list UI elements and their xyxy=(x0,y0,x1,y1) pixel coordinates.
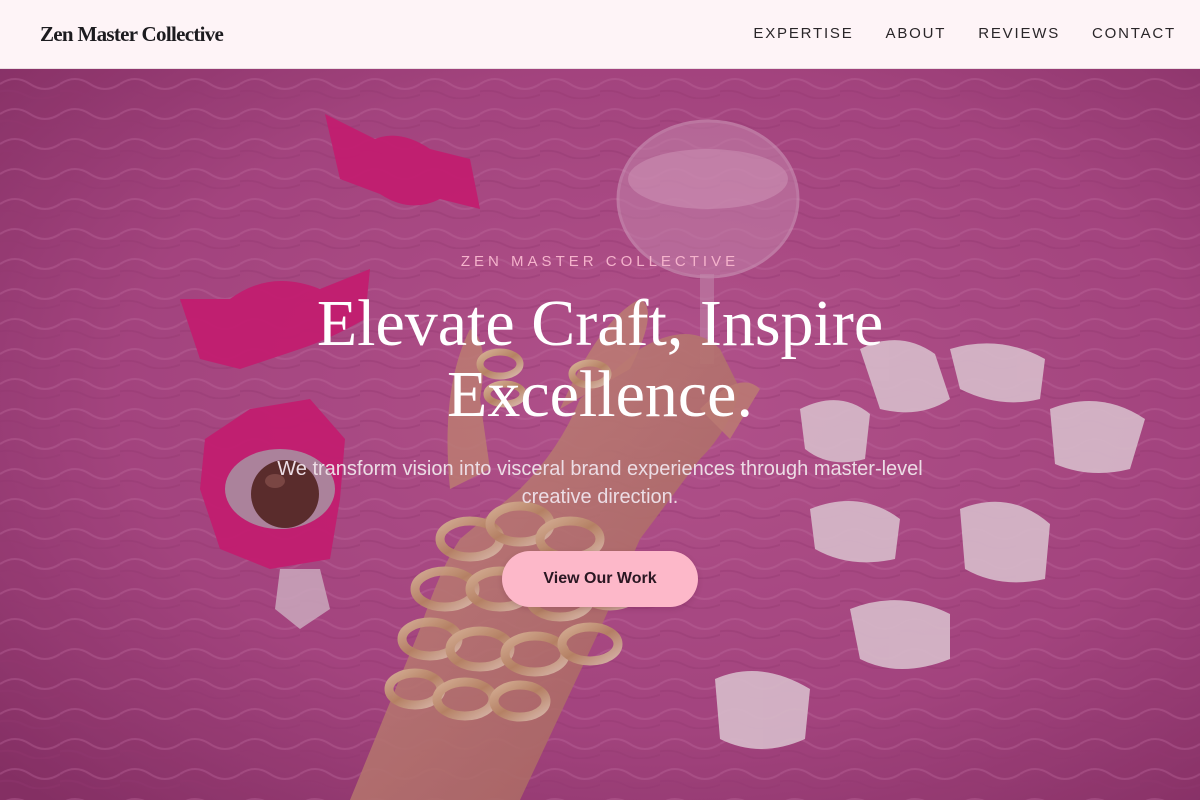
brand-logo[interactable]: Zen Master Collective xyxy=(40,20,224,48)
hero-headline: Elevate Craft, Inspire Excellence. xyxy=(316,287,884,431)
main-nav: EXPERTISE ABOUT REVIEWS CONTACT xyxy=(753,23,1176,45)
nav-link-expertise[interactable]: EXPERTISE xyxy=(753,23,853,45)
site-header: Zen Master Collective EXPERTISE ABOUT RE… xyxy=(0,0,1200,69)
nav-link-reviews[interactable]: REVIEWS xyxy=(978,23,1060,45)
view-our-work-button[interactable]: View Our Work xyxy=(502,551,698,607)
hero-section: ZEN MASTER COLLECTIVE Elevate Craft, Ins… xyxy=(0,69,1200,800)
hero-eyebrow: ZEN MASTER COLLECTIVE xyxy=(460,253,740,270)
nav-link-about[interactable]: ABOUT xyxy=(886,23,947,45)
nav-link-contact[interactable]: CONTACT xyxy=(1092,23,1176,45)
hero-subheadline: We transform vision into visceral brand … xyxy=(277,458,923,508)
hero-content: ZEN MASTER COLLECTIVE Elevate Craft, Ins… xyxy=(0,69,1200,800)
page: Zen Master Collective EXPERTISE ABOUT RE… xyxy=(0,0,1200,800)
